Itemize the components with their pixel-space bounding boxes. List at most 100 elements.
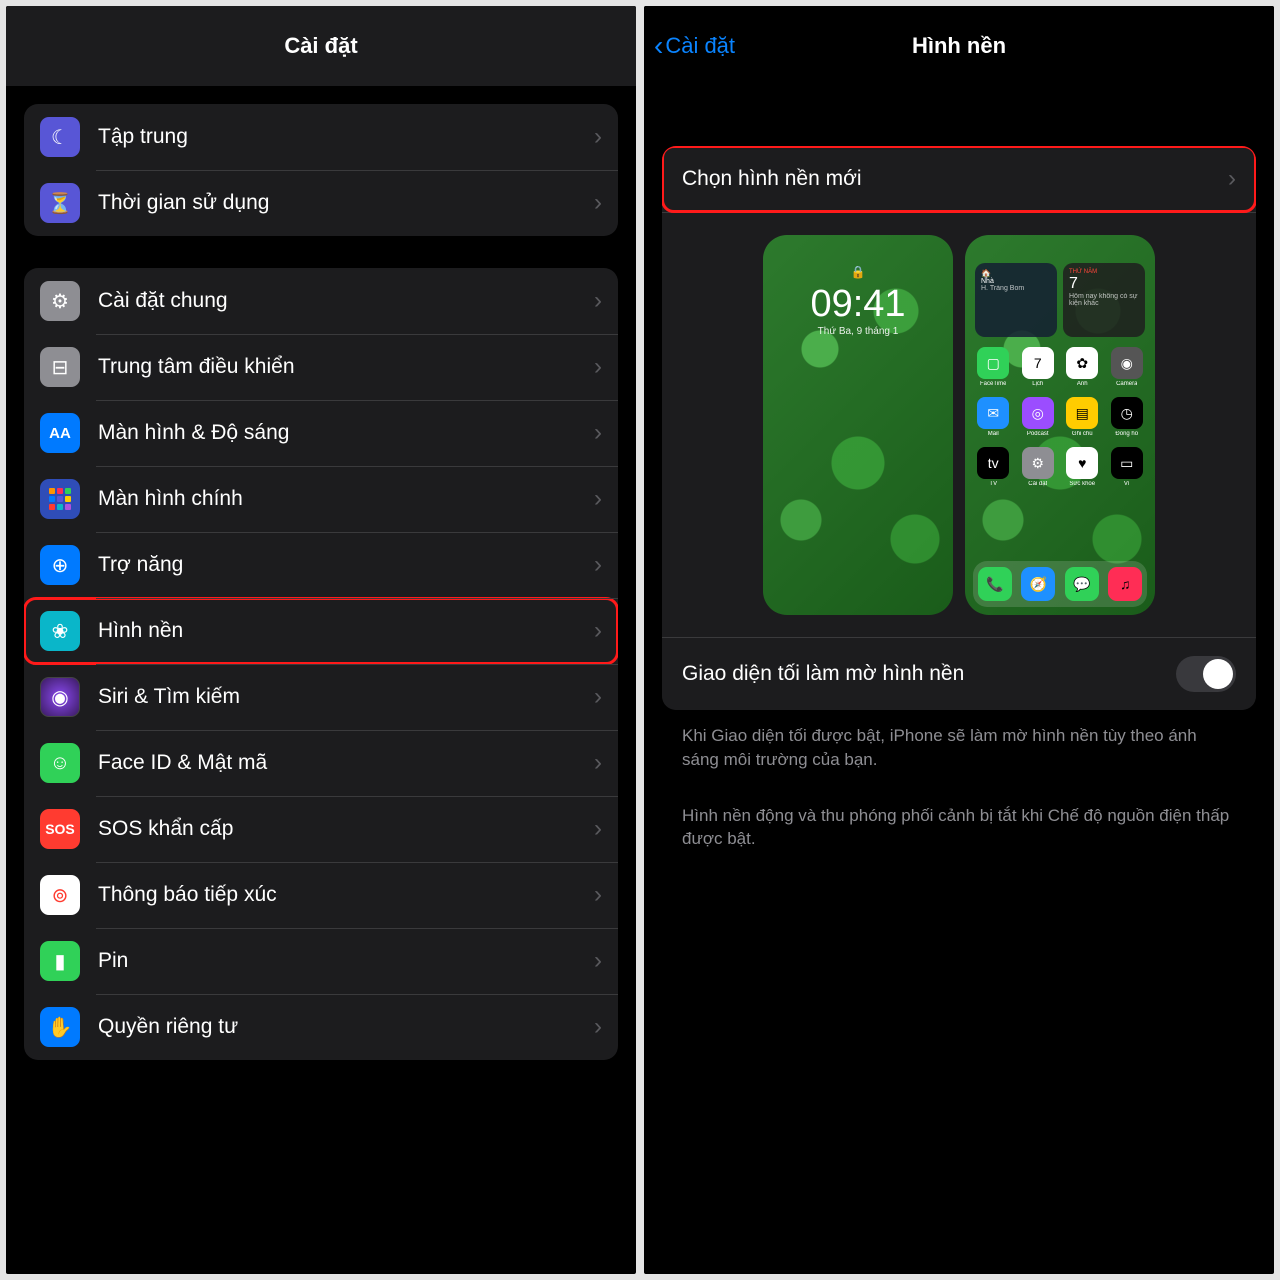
settings-row[interactable]: ⊕ Trợ năng› xyxy=(24,532,618,598)
chevron-right-icon: › xyxy=(594,485,602,513)
settings-row[interactable]: ⏳ Thời gian sử dụng› xyxy=(24,170,618,236)
switch-knob xyxy=(1203,659,1233,689)
faceid-icon: ☺ xyxy=(40,743,80,783)
app-icon: ▭Ví xyxy=(1109,447,1146,487)
header: ‹ Cài đặt Hình nền xyxy=(644,6,1274,86)
app-icon: ◎Podcast xyxy=(1020,397,1057,437)
chevron-right-icon: › xyxy=(594,419,602,447)
accessibility-icon: ⊕ xyxy=(40,545,80,585)
settings-row[interactable]: ⊟ Trung tâm điều khiển› xyxy=(24,334,618,400)
settings-screen: Cài đặt ☾Tập trung›⏳Thời gian sử dụng› ⚙… xyxy=(6,6,636,1274)
row-label: Màn hình chính xyxy=(98,487,594,511)
battery-icon: ▮ xyxy=(40,941,80,981)
dim-footnote: Khi Giao diện tối được bật, iPhone sẽ là… xyxy=(662,710,1256,772)
dark-dim-switch[interactable] xyxy=(1176,656,1236,692)
app-icon: ✿Ảnh xyxy=(1064,347,1101,387)
dock-app-icon: ♫ xyxy=(1108,567,1142,601)
app-icon: ▤Ghi chú xyxy=(1064,397,1101,437)
wallpaper-group: Chọn hình nền mới › 🔒 09:41 Thứ Ba, 9 th… xyxy=(662,146,1256,710)
lockscreen-time: 09:41 xyxy=(763,283,953,326)
chevron-right-icon: › xyxy=(594,189,602,217)
row-label: Trợ năng xyxy=(98,553,594,577)
app-icon: tvTV xyxy=(975,447,1012,487)
settings-row[interactable]: ✋ Quyền riêng tư› xyxy=(24,994,618,1060)
chevron-right-icon: › xyxy=(594,617,602,645)
lock-icon: 🔒 xyxy=(763,265,953,279)
settings-row[interactable]: ☾Tập trung› xyxy=(24,104,618,170)
app-icon: ◷Đồng hồ xyxy=(1109,397,1146,437)
settings-row[interactable]: ⊚ Thông báo tiếp xúc› xyxy=(24,862,618,928)
choose-wallpaper-row[interactable]: Chọn hình nền mới › xyxy=(662,146,1256,212)
settings-group-2: ⚙Cài đặt chung›⊟Trung tâm điều khiển›AAM… xyxy=(24,268,618,1060)
app-icon: ✉Mail xyxy=(975,397,1012,437)
row-label: Thông báo tiếp xúc xyxy=(98,883,594,907)
wallpaper-icon: ❀ xyxy=(40,611,80,651)
settings-row[interactable]: ◉ Siri & Tìm kiếm› xyxy=(24,664,618,730)
app-icon: 7Lịch xyxy=(1020,347,1057,387)
settings-row[interactable]: ❀ Hình nền› xyxy=(24,598,618,664)
row-label: Trung tâm điều khiển xyxy=(98,355,594,379)
gear-icon: ⚙ xyxy=(40,281,80,321)
chevron-right-icon: › xyxy=(594,1013,602,1041)
row-label: Màn hình & Độ sáng xyxy=(98,421,594,445)
dock-app-icon: 🧭 xyxy=(1021,567,1055,601)
dynamic-footnote: Hình nền động và thu phóng phối cảnh bị … xyxy=(662,790,1256,852)
page-title: Cài đặt xyxy=(284,33,357,59)
lockscreen-date: Thứ Ba, 9 tháng 1 xyxy=(763,326,953,337)
app-icon: ▢FaceTime xyxy=(975,347,1012,387)
home-grid-icon xyxy=(40,479,80,519)
settings-row[interactable]: ☺ Face ID & Mật mã› xyxy=(24,730,618,796)
privacy-icon: ✋ xyxy=(40,1007,80,1047)
row-label: Tập trung xyxy=(98,125,594,149)
settings-row[interactable]: Màn hình chính› xyxy=(24,466,618,532)
settings-row[interactable]: ▮ Pin› xyxy=(24,928,618,994)
home-widget: 🏠 Nhà H. Trảng Bom xyxy=(975,263,1057,337)
settings-row[interactable]: ⚙ Cài đặt chung› xyxy=(24,268,618,334)
chevron-right-icon: › xyxy=(594,353,602,381)
homescreen-preview[interactable]: 🏠 Nhà H. Trảng Bom THỨ NĂM 7 Hôm nay khô… xyxy=(965,235,1155,615)
back-button[interactable]: ‹ Cài đặt xyxy=(654,30,735,62)
wallpaper-screen: ‹ Cài đặt Hình nền Chọn hình nền mới › 🔒… xyxy=(644,6,1274,1274)
exposure-icon: ⊚ xyxy=(40,875,80,915)
chevron-right-icon: › xyxy=(594,881,602,909)
chevron-right-icon: › xyxy=(594,683,602,711)
dark-dim-toggle-row: Giao diện tối làm mờ hình nền xyxy=(662,638,1256,710)
siri-icon: ◉ xyxy=(40,677,80,717)
dock: 📞 🧭 💬 ♫ xyxy=(973,561,1147,607)
settings-group-1: ☾Tập trung›⏳Thời gian sử dụng› xyxy=(24,104,618,236)
settings-row[interactable]: SOSSOS khẩn cấp› xyxy=(24,796,618,862)
chevron-right-icon: › xyxy=(594,749,602,777)
chevron-right-icon: › xyxy=(594,551,602,579)
calendar-widget: THỨ NĂM 7 Hôm nay không có sự kiện khác xyxy=(1063,263,1145,337)
row-label: SOS khẩn cấp xyxy=(98,817,594,841)
toggles-icon: ⊟ xyxy=(40,347,80,387)
app-icon: ♥Sức khỏe xyxy=(1064,447,1101,487)
row-label: Face ID & Mật mã xyxy=(98,751,594,775)
chevron-right-icon: › xyxy=(594,123,602,151)
page-title: Hình nền xyxy=(912,33,1006,59)
row-label: Siri & Tìm kiếm xyxy=(98,685,594,709)
chevron-right-icon: › xyxy=(594,287,602,315)
row-label: Cài đặt chung xyxy=(98,289,594,313)
chevron-right-icon: › xyxy=(594,947,602,975)
row-label: Quyền riêng tư xyxy=(98,1015,594,1039)
app-icon: ⚙Cài đặt xyxy=(1020,447,1057,487)
hourglass-icon: ⏳ xyxy=(40,183,80,223)
chevron-right-icon: › xyxy=(1228,165,1236,193)
row-label: Pin xyxy=(98,949,594,973)
app-icon: ◉Camera xyxy=(1109,347,1146,387)
header: Cài đặt xyxy=(6,6,636,86)
lockscreen-preview[interactable]: 🔒 09:41 Thứ Ba, 9 tháng 1 xyxy=(763,235,953,615)
back-label: Cài đặt xyxy=(665,33,735,59)
choose-wallpaper-label: Chọn hình nền mới xyxy=(682,167,1228,191)
settings-row[interactable]: AA Màn hình & Độ sáng› xyxy=(24,400,618,466)
chevron-left-icon: ‹ xyxy=(654,30,663,62)
dock-app-icon: 📞 xyxy=(978,567,1012,601)
display-icon: AA xyxy=(40,413,80,453)
dock-app-icon: 💬 xyxy=(1065,567,1099,601)
wallpaper-preview: 🔒 09:41 Thứ Ba, 9 tháng 1 🏠 Nhà H. Trảng… xyxy=(662,213,1256,637)
row-label: Hình nền xyxy=(98,619,594,643)
dark-dim-label: Giao diện tối làm mờ hình nền xyxy=(682,662,1176,686)
chevron-right-icon: › xyxy=(594,815,602,843)
row-label: Thời gian sử dụng xyxy=(98,191,594,215)
